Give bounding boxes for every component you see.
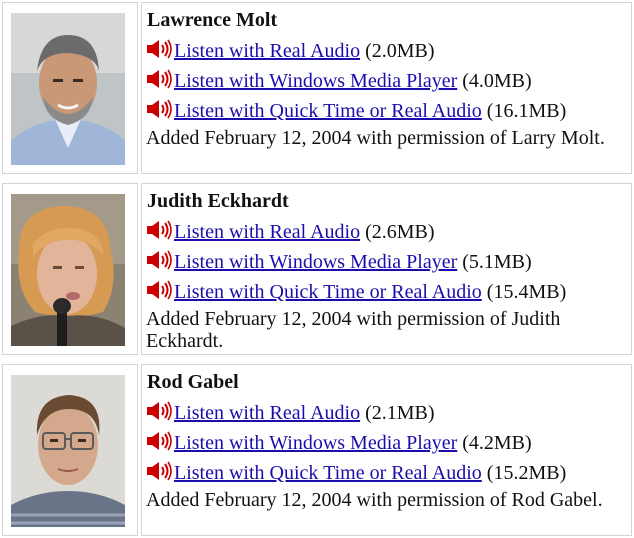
info-cell: Judith Eckhardt Listen with Real Audio (… <box>141 183 632 355</box>
real-audio-link[interactable]: Listen with Real Audio <box>174 221 360 243</box>
speaker-icon <box>146 431 174 451</box>
audio-link-line: Listen with Quick Time or Real Audio (15… <box>146 461 566 485</box>
person-name: Rod Gabel <box>147 371 239 393</box>
person-row: Judith Eckhardt Listen with Real Audio (… <box>0 181 634 357</box>
speaker-icon <box>146 250 174 270</box>
speaker-icon <box>146 39 174 59</box>
photo-cell <box>2 2 138 174</box>
quicktime-link[interactable]: Listen with Quick Time or Real Audio <box>174 462 482 484</box>
permission-note: Added February 12, 2004 with permission … <box>146 127 605 149</box>
permission-note: Added February 12, 2004 with permission … <box>146 308 561 352</box>
audio-link-line: Listen with Quick Time or Real Audio (15… <box>146 280 566 304</box>
permission-note: Added February 12, 2004 with permission … <box>146 489 603 511</box>
speaker-icon <box>146 220 174 240</box>
speaker-icon <box>146 280 174 300</box>
audio-link-line: Listen with Windows Media Player (4.0MB) <box>146 69 532 93</box>
portrait-photo <box>11 13 125 165</box>
audio-link-line: Listen with Real Audio (2.6MB) <box>146 220 435 244</box>
real-audio-link[interactable]: Listen with Real Audio <box>174 40 360 62</box>
speaker-icon <box>146 99 174 119</box>
info-cell: Lawrence Molt Listen with Real Audio (2.… <box>141 2 632 174</box>
file-size: (15.4MB) <box>486 281 567 303</box>
portrait-photo <box>11 194 125 346</box>
windows-media-link[interactable]: Listen with Windows Media Player <box>174 70 457 92</box>
audio-link-line: Listen with Real Audio (2.1MB) <box>146 401 435 425</box>
person-row: Lawrence Molt Listen with Real Audio (2.… <box>0 0 634 176</box>
quicktime-link[interactable]: Listen with Quick Time or Real Audio <box>174 100 482 122</box>
speaker-icon <box>146 461 174 481</box>
quicktime-link[interactable]: Listen with Quick Time or Real Audio <box>174 281 482 303</box>
person-row: Rod Gabel Listen with Real Audio (2.1MB)… <box>0 362 634 538</box>
audio-link-line: Listen with Quick Time or Real Audio (16… <box>146 99 566 123</box>
windows-media-link[interactable]: Listen with Windows Media Player <box>174 432 457 454</box>
speaker-icon <box>146 401 174 421</box>
photo-cell <box>2 183 138 355</box>
person-name: Lawrence Molt <box>147 9 278 31</box>
person-name: Judith Eckhardt <box>147 190 289 212</box>
speaker-icon <box>146 69 174 89</box>
portrait-photo <box>11 375 125 527</box>
file-size: (2.0MB) <box>365 40 435 62</box>
audio-link-line: Listen with Windows Media Player (4.2MB) <box>146 431 532 455</box>
real-audio-link[interactable]: Listen with Real Audio <box>174 402 360 424</box>
info-cell: Rod Gabel Listen with Real Audio (2.1MB)… <box>141 364 632 536</box>
file-size: (4.0MB) <box>462 70 532 92</box>
audio-link-line: Listen with Real Audio (2.0MB) <box>146 39 435 63</box>
photo-cell <box>2 364 138 536</box>
file-size: (4.2MB) <box>462 432 532 454</box>
file-size: (15.2MB) <box>486 462 567 484</box>
windows-media-link[interactable]: Listen with Windows Media Player <box>174 251 457 273</box>
file-size: (2.6MB) <box>365 221 435 243</box>
file-size: (2.1MB) <box>365 402 435 424</box>
file-size: (16.1MB) <box>486 100 567 122</box>
file-size: (5.1MB) <box>462 251 532 273</box>
audio-link-line: Listen with Windows Media Player (5.1MB) <box>146 250 532 274</box>
